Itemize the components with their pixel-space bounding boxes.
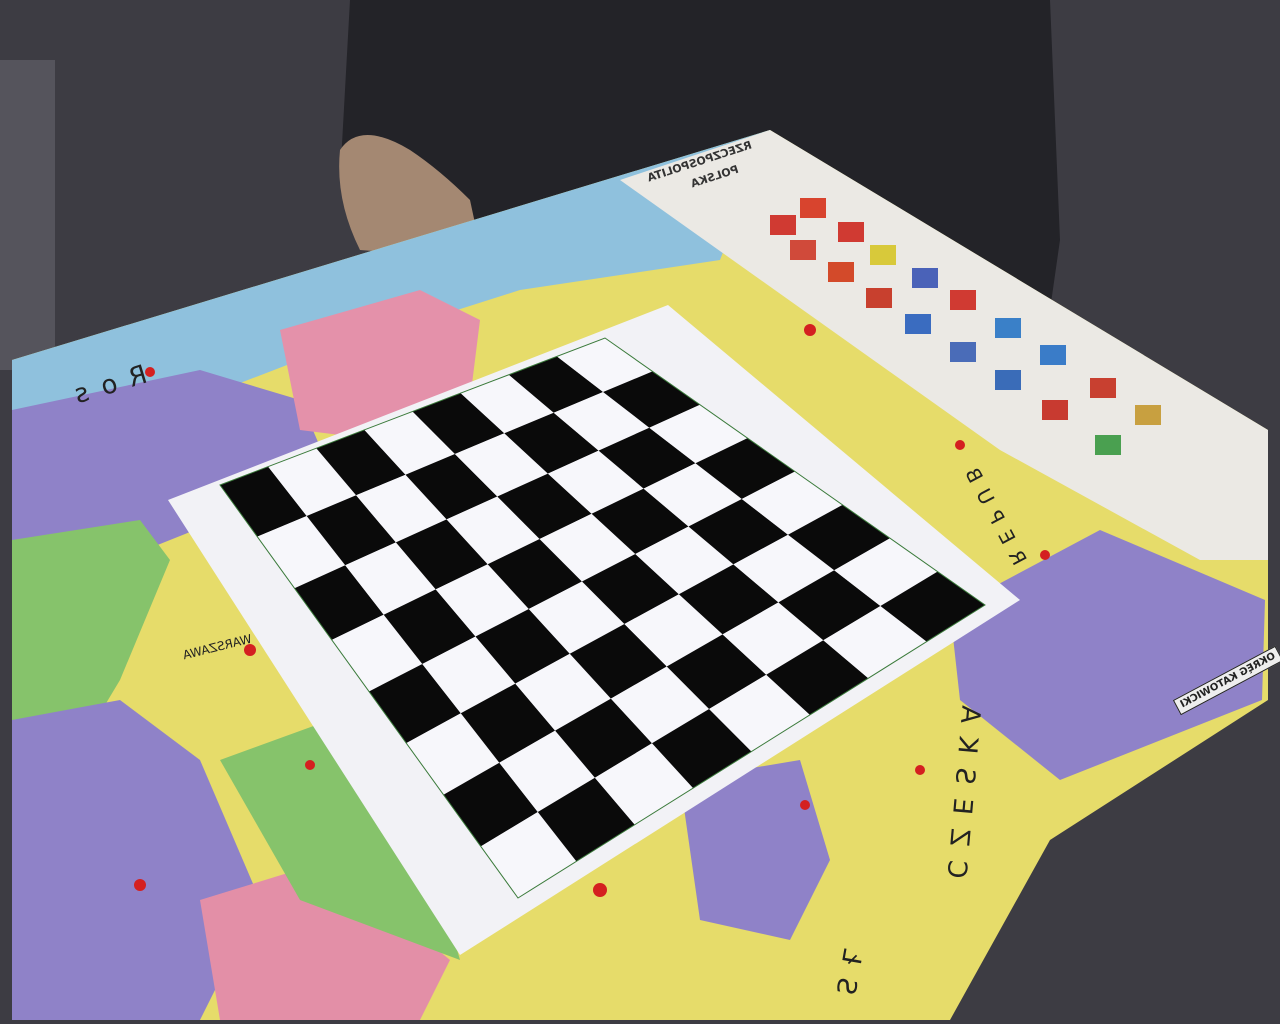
left-shelf: [0, 60, 55, 370]
photo-scene: [0, 0, 1280, 1024]
